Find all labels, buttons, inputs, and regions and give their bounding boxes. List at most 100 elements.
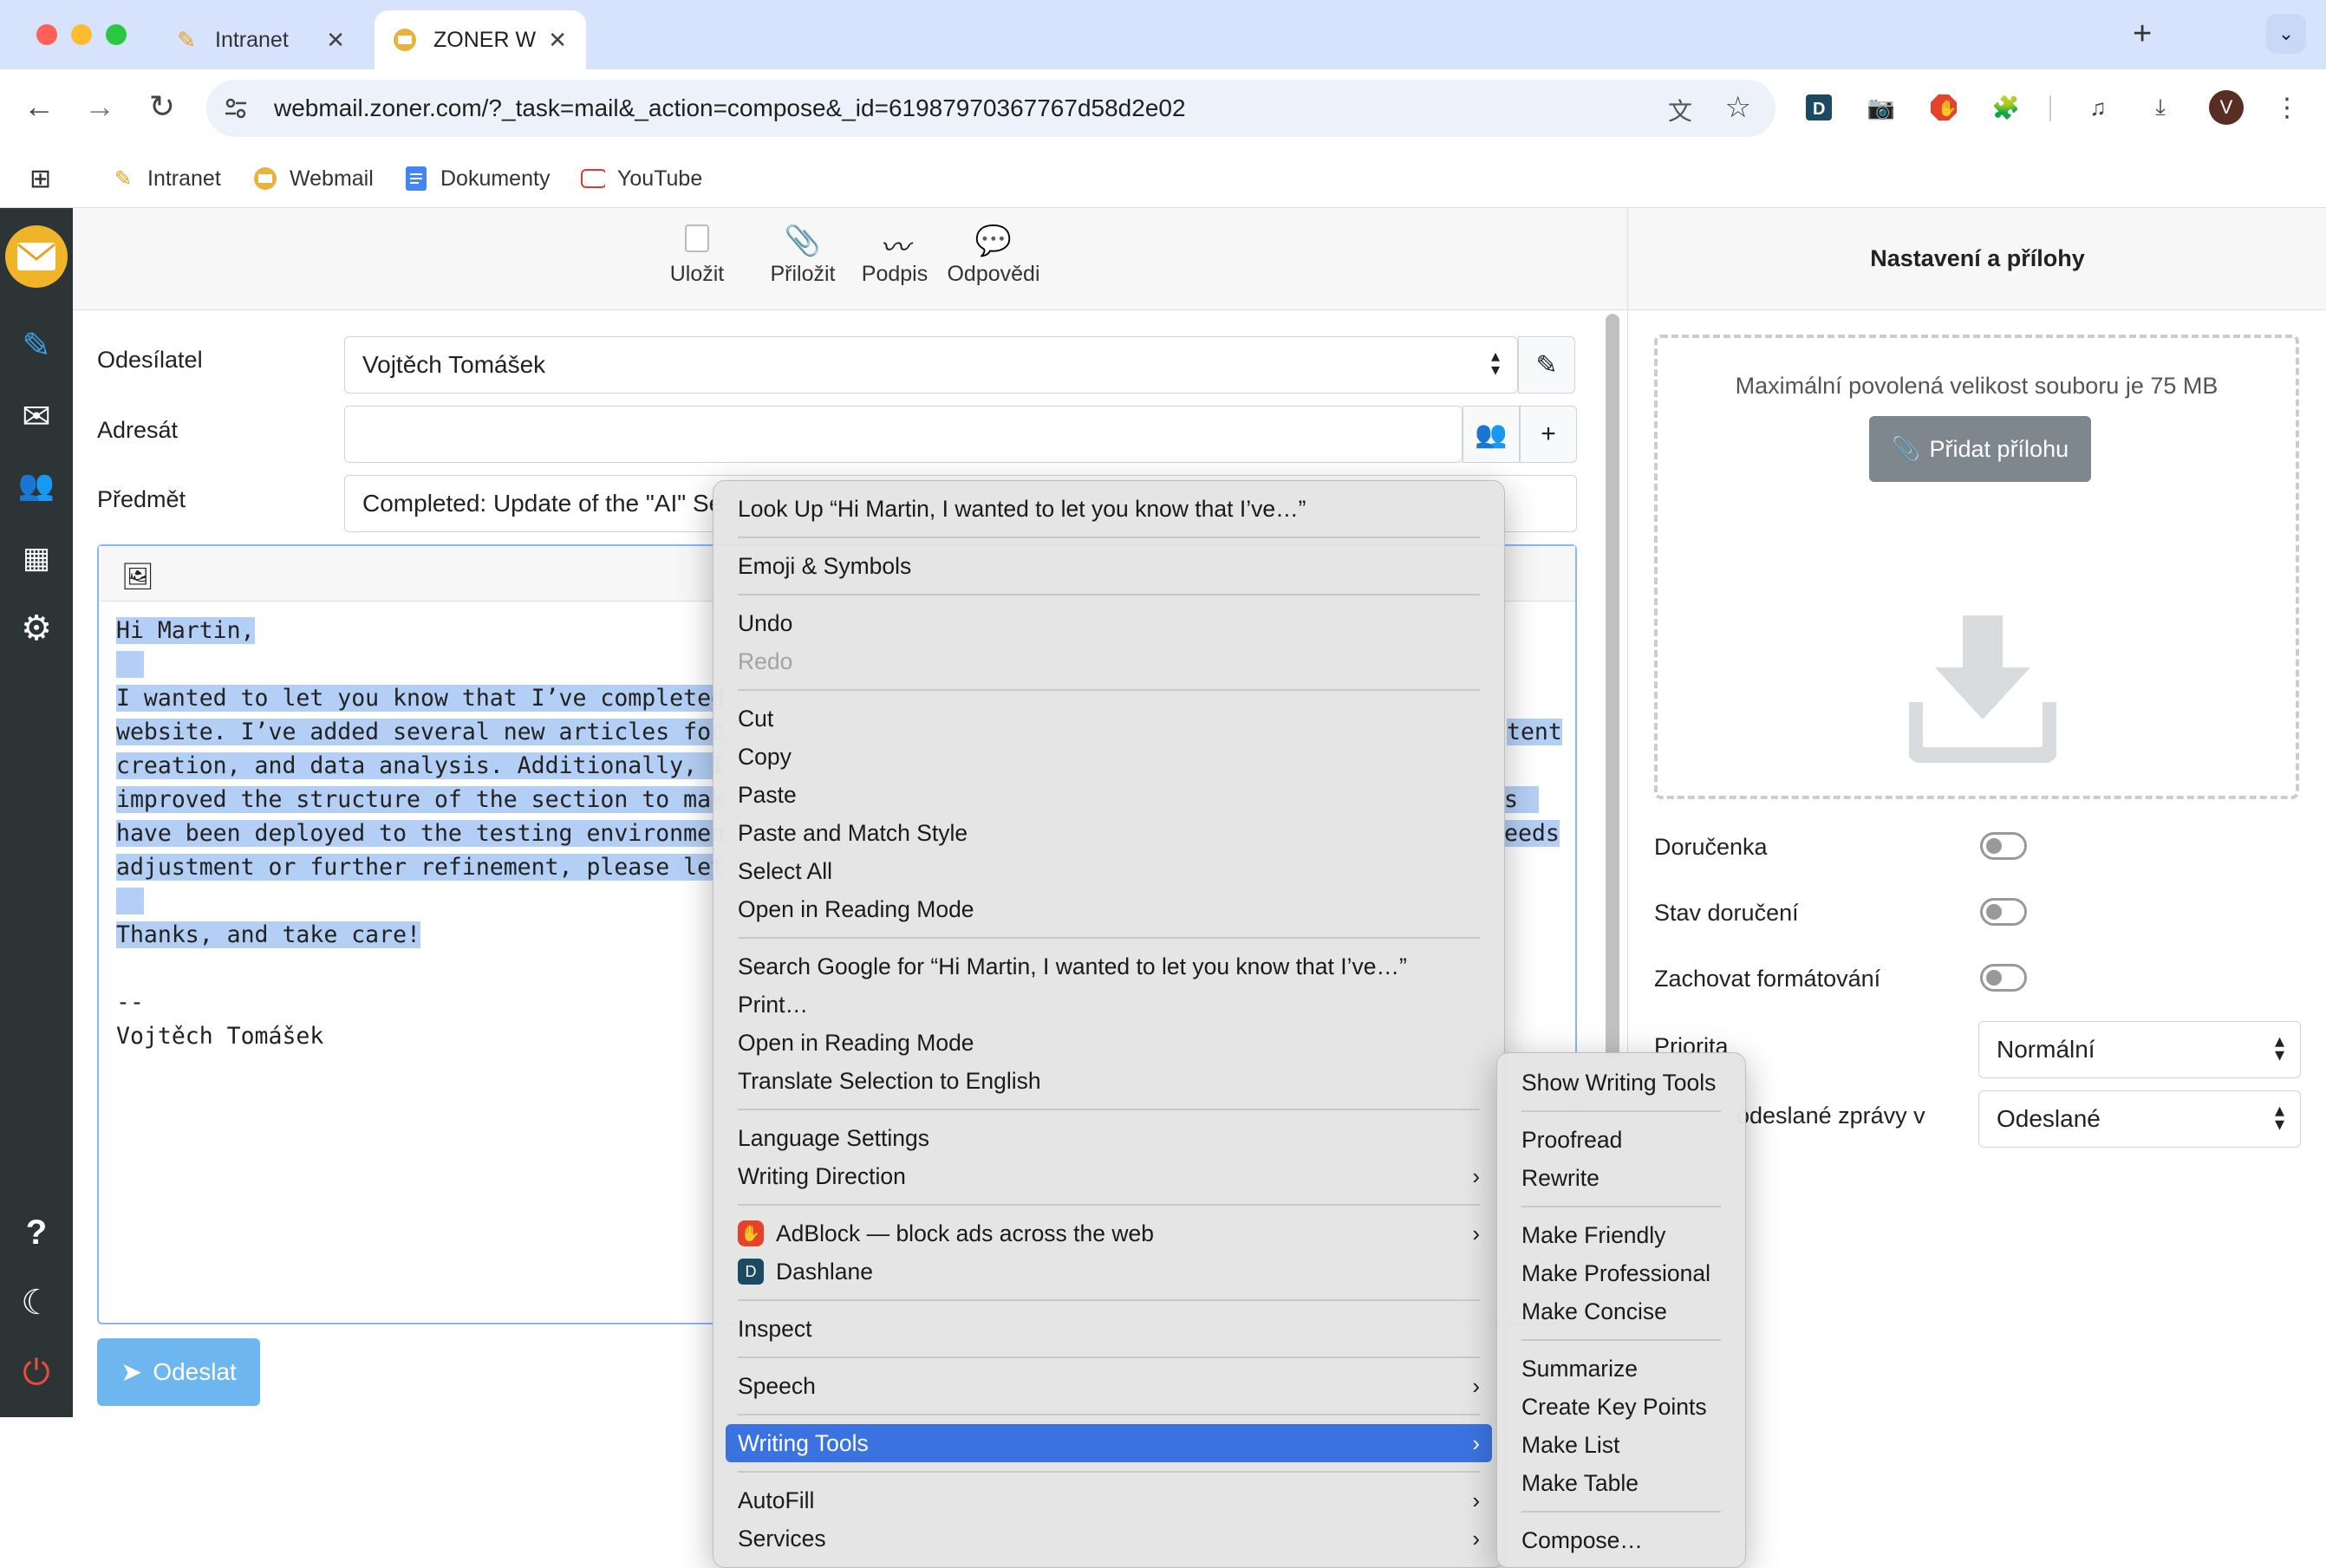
menu-item-writing-tools[interactable]: Writing Tools › — [726, 1424, 1492, 1462]
profile-avatar[interactable]: V — [2209, 90, 2244, 125]
camera-icon[interactable]: 📷 — [1866, 92, 1897, 123]
contacts-icon[interactable]: 👥 — [0, 468, 73, 503]
menu-item-make-friendly[interactable]: Make Friendly — [1509, 1216, 1733, 1254]
more-menu-icon[interactable]: ⋮ — [2271, 92, 2303, 123]
maximize-window-button[interactable] — [106, 24, 127, 45]
calendar-icon[interactable]: ▦ — [0, 541, 73, 576]
menu-item-paste[interactable]: Paste — [726, 776, 1492, 814]
bookmark-youtube[interactable]: YouTube — [581, 161, 702, 196]
compose-icon[interactable]: ✎ — [0, 326, 73, 366]
save-sent-select[interactable]: Odeslané ▴ ▾ — [1978, 1090, 2301, 1148]
menu-item-inspect[interactable]: Inspect — [726, 1310, 1492, 1348]
recipient-input[interactable] — [344, 406, 1463, 463]
translate-icon[interactable]: ⽂ — [1668, 93, 1692, 127]
menu-item-compose[interactable]: Compose… — [1509, 1521, 1733, 1559]
address-book-icon[interactable]: 👥 — [1463, 406, 1520, 463]
tab-zoner-webmail[interactable]: ZONER W ✕ — [375, 10, 586, 69]
menu-item-make-concise[interactable]: Make Concise — [1509, 1292, 1733, 1331]
editor-scrollbar[interactable] — [1606, 314, 1619, 1059]
svg-text:✋: ✋ — [1938, 99, 1957, 117]
add-attachment-button[interactable]: 📎 Přidat přílohu — [1869, 416, 2091, 482]
reload-icon[interactable]: ↻ — [140, 88, 184, 125]
menu-item-reading-mode[interactable]: Open in Reading Mode — [726, 1024, 1492, 1062]
menu-separator — [738, 1299, 1480, 1301]
tab-search-chevron-down-icon[interactable]: ⌄ — [2266, 14, 2306, 54]
back-arrow-icon[interactable]: ← — [17, 88, 61, 125]
media-control-icon[interactable]: ♫ — [2082, 92, 2114, 123]
download-icon[interactable]: ⤓ — [2145, 92, 2176, 123]
menu-item-adblock[interactable]: ✋ AdBlock — block ads across the web › — [726, 1214, 1492, 1252]
menu-item-search-google[interactable]: Search Google for “Hi Martin, I wanted t… — [726, 947, 1492, 986]
message-body[interactable]: Hi Martin, I wanted to let you know that… — [116, 614, 725, 1053]
sender-select[interactable]: Vojtěch Tomášek ▴ ▾ — [344, 336, 1518, 394]
mail-icon[interactable]: ✉ — [0, 397, 73, 437]
menu-item-rewrite[interactable]: Rewrite — [1509, 1159, 1733, 1197]
signature-button[interactable]: 〰 Podpis — [853, 224, 936, 287]
menu-item-print[interactable]: Print… — [726, 986, 1492, 1024]
close-icon[interactable]: ✕ — [548, 27, 567, 54]
responses-button[interactable]: 💬 Odpovědi — [943, 224, 1044, 287]
attachment-dropzone[interactable]: Maximální povolená velikost souboru je 7… — [1654, 335, 2299, 799]
menu-item-dashlane[interactable]: D Dashlane — [726, 1252, 1492, 1291]
bookmark-label: Dokumenty — [440, 166, 551, 191]
settings-gear-icon[interactable]: ⚙ — [0, 608, 73, 648]
bookmark-dokumenty[interactable]: Dokumenty — [404, 161, 550, 196]
menu-item-language-settings[interactable]: Language Settings — [726, 1119, 1492, 1157]
keep-formatting-toggle[interactable] — [1980, 964, 2027, 992]
close-window-button[interactable] — [36, 24, 57, 45]
attach-button[interactable]: 📎 Přiložit — [763, 224, 843, 287]
zoner-logo[interactable] — [5, 225, 68, 288]
menu-item-reading-mode[interactable]: Open in Reading Mode — [726, 890, 1492, 928]
dashlane-extension-icon[interactable]: D — [1803, 92, 1834, 123]
chevron-right-icon: › — [1472, 1220, 1480, 1246]
address-bar[interactable]: webmail.zoner.com/?_task=mail&_action=co… — [206, 80, 1775, 137]
body-line: website. I’ve added several new articles… — [116, 719, 725, 745]
bookmark-intranet[interactable]: ✎ Intranet — [111, 161, 221, 196]
menu-item-undo[interactable]: Undo — [726, 604, 1492, 642]
menu-item-services[interactable]: Services › — [726, 1519, 1492, 1558]
priority-select[interactable]: Normální ▴ ▾ — [1978, 1021, 2301, 1078]
menu-item-copy[interactable]: Copy — [726, 738, 1492, 776]
max-size-text: Maximální povolená velikost souboru je 7… — [1735, 373, 2218, 399]
menu-item-look-up[interactable]: Look Up “Hi Martin, I wanted to let you … — [726, 490, 1492, 528]
menu-item-select-all[interactable]: Select All — [726, 852, 1492, 890]
menu-item-make-professional[interactable]: Make Professional — [1509, 1254, 1733, 1292]
menu-item-cut[interactable]: Cut — [726, 699, 1492, 738]
bookmarks-bar: ⊞ ✎ Intranet Webmail Dokumenty YouTube — [0, 149, 2326, 208]
insert-image-icon[interactable]: 🖼 — [121, 562, 154, 592]
extensions-puzzle-icon[interactable]: 🧩 — [1990, 92, 2022, 123]
bookmark-webmail[interactable]: Webmail — [253, 161, 374, 196]
menu-item-make-table[interactable]: Make Table — [1509, 1464, 1733, 1502]
menu-item-writing-direction[interactable]: Writing Direction › — [726, 1157, 1492, 1195]
forward-arrow-icon[interactable]: → — [78, 88, 121, 125]
help-icon[interactable]: ? — [0, 1213, 73, 1252]
save-button[interactable]: Uložit — [662, 224, 732, 287]
menu-item-speech[interactable]: Speech › — [726, 1367, 1492, 1405]
read-receipt-toggle[interactable] — [1980, 832, 2027, 860]
edit-identity-pencil-icon[interactable]: ✎ — [1518, 336, 1575, 394]
chevron-right-icon: › — [1472, 1429, 1480, 1456]
site-settings-icon[interactable] — [222, 94, 250, 122]
dark-mode-moon-icon[interactable]: ☾ — [0, 1283, 73, 1323]
logout-power-icon[interactable]: ⏻ — [0, 1354, 73, 1393]
adblock-extension-icon[interactable]: ✋ — [1928, 92, 1959, 123]
menu-item-emoji[interactable]: Emoji & Symbols — [726, 547, 1492, 585]
menu-item-summarize[interactable]: Summarize — [1509, 1350, 1733, 1388]
menu-item-autofill[interactable]: AutoFill › — [726, 1481, 1492, 1519]
menu-item-make-list[interactable]: Make List — [1509, 1426, 1733, 1464]
menu-label: Speech — [738, 1372, 816, 1399]
menu-item-paste-match-style[interactable]: Paste and Match Style — [726, 814, 1492, 852]
delivery-status-toggle[interactable] — [1980, 898, 2027, 926]
menu-item-show-writing-tools[interactable]: Show Writing Tools — [1509, 1064, 1733, 1102]
add-recipient-plus-icon[interactable]: + — [1520, 406, 1577, 463]
new-tab-button[interactable]: + — [2133, 16, 2152, 53]
apps-grid-icon[interactable]: ⊞ — [29, 161, 51, 196]
menu-item-key-points[interactable]: Create Key Points — [1509, 1388, 1733, 1426]
minimize-window-button[interactable] — [71, 24, 92, 45]
tab-intranet[interactable]: ✎ Intranet ✕ — [156, 10, 364, 69]
bookmark-star-icon[interactable]: ☆ — [1725, 90, 1751, 125]
close-icon[interactable]: ✕ — [326, 27, 345, 54]
menu-item-translate[interactable]: Translate Selection to English — [726, 1062, 1492, 1100]
menu-item-proofread[interactable]: Proofread — [1509, 1121, 1733, 1159]
send-button[interactable]: ➤ Odeslat — [97, 1338, 260, 1406]
